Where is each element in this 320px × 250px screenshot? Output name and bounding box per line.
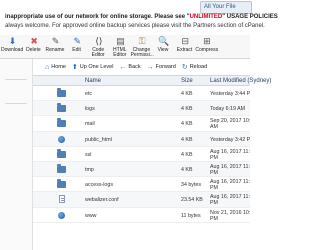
rename-icon: ✎ <box>51 36 60 46</box>
download-icon: ⬇ <box>8 36 17 46</box>
last-modified: PM <box>210 154 218 161</box>
toolbar-button-label: Editor <box>91 52 105 58</box>
usage-warning-line: inappropriate use of our network for onl… <box>5 14 278 20</box>
code-editor-icon: ⟨⟩ <box>95 36 103 46</box>
html-editor-icon: ▤ <box>116 36 125 46</box>
sidebar-divider <box>5 79 27 80</box>
last-modified: Today 6:19 AM <box>210 106 246 113</box>
extract-icon: ⊟ <box>181 36 190 46</box>
last-modified: PM <box>210 215 218 222</box>
toolbar-button-compress[interactable]: ⊞ Compress <box>195 35 219 59</box>
file-size: 11 bytes <box>181 212 201 219</box>
folder-icon <box>57 148 66 158</box>
table-row[interactable]: tmp 4 KB Aug 16, 2017 11: PM <box>33 161 250 178</box>
table-row[interactable]: etc 4 KB Yesterday 3:44 P <box>33 86 251 102</box>
file-name: logs <box>85 106 95 113</box>
reload-icon: ↻ <box>181 64 188 71</box>
folder-icon <box>57 88 66 97</box>
toolbar-button-view[interactable]: 🔍 View <box>152 35 174 59</box>
toolbar-button-label: Delete <box>26 47 41 53</box>
toolbar-button-label: View <box>157 47 169 53</box>
toolbar-button-html[interactable]: ▤ HTML Editor <box>109 35 131 59</box>
file-name: public_html <box>85 136 112 143</box>
toolbar-button-label: Edit <box>72 47 81 53</box>
file-list-table: Name Size Last Modified (Sydney) etc 4 KB… <box>33 75 271 223</box>
toolbar-button-label: Rename <box>45 47 65 53</box>
up-one-level-button[interactable]: ⬆ Up One Level <box>72 63 114 71</box>
table-row[interactable]: access-logs 34 bytes Aug 16, 2017 11: PM <box>33 177 250 193</box>
table-header: Name Size Last Modified (Sydney) <box>33 75 271 86</box>
last-modified: Yesterday 3:44 P <box>210 91 251 97</box>
backup-notice-line: always welcome. For approved online back… <box>5 23 265 29</box>
file-size: 4 KB <box>181 166 193 173</box>
toolbar-button-label: Download <box>1 47 24 53</box>
home-button[interactable]: ⌂ Home <box>45 64 66 71</box>
toolbar-button-label: Editor <box>113 52 127 58</box>
file-name: ssl <box>85 151 92 158</box>
toolbar-button-code[interactable]: ⟨⟩ Code Editor <box>87 35 109 59</box>
file-size: 4 KB <box>181 136 193 143</box>
file-name: www <box>85 212 97 219</box>
file-size: 4 KB <box>181 106 193 113</box>
file-size: 34 bytes <box>181 182 202 189</box>
folder-icon <box>57 179 66 189</box>
file-name: tmp <box>85 166 94 173</box>
toolbar-button-rename[interactable]: ✎ Rename <box>44 35 66 59</box>
toolbar-button-label: Extract <box>176 47 193 53</box>
edit-icon: ✎ <box>73 36 82 46</box>
table-row[interactable]: logs 4 KB Today 6:19 AM <box>33 101 250 117</box>
file-size: 4 KB <box>181 151 193 158</box>
file-search-field[interactable]: All Your File <box>200 1 252 14</box>
table-row[interactable]: www 11 bytes Nov 21, 2016 10: PM <box>33 207 250 223</box>
file-toolbar: ⬇ Download ✖ Delete ✎ Rename ✎ Edit ⟨⟩ Code Editor… <box>0 35 250 59</box>
file-size: 4 KB <box>181 91 193 97</box>
toolbar-button-download[interactable]: ⬇ Download <box>1 35 23 59</box>
table-row[interactable]: ssl 4 KB Aug 16, 2017 11: PM <box>33 146 250 162</box>
folder-icon <box>57 118 66 128</box>
toolbar-button-label: Permissi... <box>130 52 154 58</box>
last-modified: Yesterday 3:42 P <box>210 136 251 143</box>
reload-button[interactable]: ↻ Reload <box>182 63 207 71</box>
file-name: mail <box>85 121 95 128</box>
globe-icon <box>58 135 65 143</box>
home-icon: ⌂ <box>45 63 50 71</box>
sidebar-divider <box>5 103 27 104</box>
file-name: etc <box>85 91 93 97</box>
last-modified: PM <box>210 169 218 176</box>
toolbar-button-delete[interactable]: ✖ Delete <box>23 35 45 59</box>
up-arrow-icon: ⬆ <box>71 64 78 71</box>
toolbar-button-label: Compress <box>195 47 219 53</box>
toolbar-button-extract[interactable]: ⊟ Extract <box>174 35 196 59</box>
last-modified: AM <box>210 124 218 131</box>
name-column-header[interactable]: Name <box>85 78 101 84</box>
forward-button[interactable]: → Forward <box>147 64 176 71</box>
file-name: webalizer.conf <box>85 197 119 204</box>
modified-column-header[interactable]: Last Modified (Sydney) <box>210 78 271 84</box>
view-icon: 🔍 <box>158 36 170 46</box>
directory-tree-sidebar <box>0 59 33 250</box>
size-column-header[interactable]: Size <box>181 78 193 84</box>
compress-icon: ⊞ <box>203 36 211 46</box>
globe-icon <box>58 211 65 219</box>
delete-icon: ✖ <box>30 36 38 46</box>
folder-icon <box>57 103 66 113</box>
toolbar-button-change[interactable]: ⚿ Change Permissi... <box>130 35 154 59</box>
warning-banner: All Your File inappropriate use of our n… <box>0 0 278 35</box>
toolbar-button-edit[interactable]: ✎ Edit <box>66 35 88 59</box>
table-row[interactable]: mail 4 KB Sep 20, 2017 10: AM <box>33 116 250 132</box>
table-row[interactable]: public_html 4 KB Yesterday 3:42 P <box>33 131 251 147</box>
back-button[interactable]: ← Back <box>119 64 140 71</box>
last-modified: PM <box>210 185 218 192</box>
forward-arrow-icon: → <box>146 63 154 71</box>
file-size: 23.54 KB <box>181 197 203 204</box>
last-modified: PM <box>210 200 218 207</box>
folder-icon <box>57 163 66 173</box>
file-name: access-logs <box>85 182 113 189</box>
file-icon <box>59 195 65 204</box>
back-arrow-icon: ← <box>119 63 127 71</box>
key-icon: ⚿ <box>138 36 146 46</box>
table-row[interactable]: webalizer.conf 23.54 KB Aug 16, 2017 11: PM <box>33 192 250 208</box>
navigation-bar: ⌂ Home ⬆ Up One Level ← Back → Forward ↻ Relo… <box>33 60 250 74</box>
file-size: 4 KB <box>181 121 193 128</box>
